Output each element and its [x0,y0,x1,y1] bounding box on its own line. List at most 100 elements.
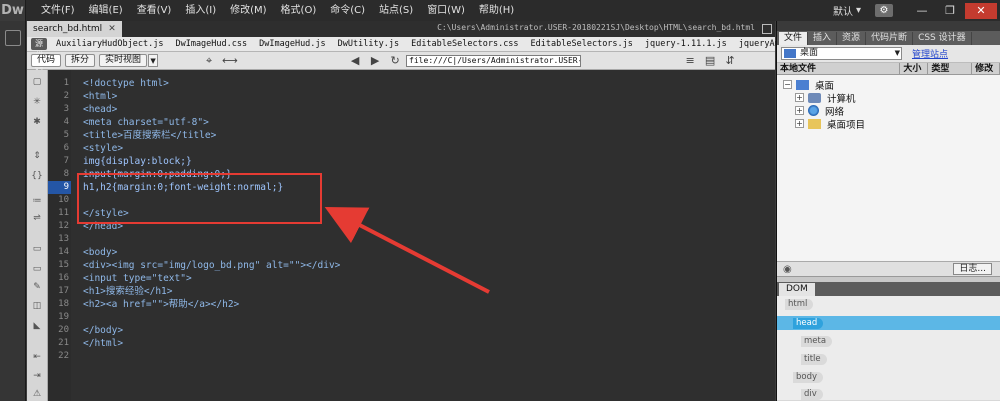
related-file[interactable]: DwUtility.js [332,39,405,49]
workspace-switcher[interactable]: 默认 ▾ [833,3,861,18]
code-line[interactable]: <h2><a href="">帮助</a></h2> [83,298,239,311]
dom-node[interactable]: html [785,299,814,310]
dom-node-selected[interactable]: head [793,318,824,329]
tab-css-designer[interactable]: CSS 设计器 [913,32,972,45]
code-line[interactable]: <h1>搜索经验</h1> [83,285,172,298]
close-icon[interactable]: ✕ [108,21,116,37]
tab-dom[interactable]: DOM [779,282,815,296]
dom-node[interactable]: div [801,389,823,400]
col-local-files[interactable]: 本地文件 [777,63,901,74]
close-button[interactable]: ✕ [965,2,997,19]
refresh-icon[interactable]: ↻ [388,54,402,68]
remove-comment-icon[interactable]: ▭ [31,263,43,275]
dom-node[interactable]: title [801,354,827,365]
related-file[interactable]: jquery-1.11.1.js [639,39,733,49]
comment-icon[interactable]: ▭ [31,243,43,255]
menu-format[interactable]: 格式(O) [274,0,324,21]
maximize-button[interactable]: ❐ [937,3,963,19]
code-view[interactable]: <!doctype html> <html> <head> <meta char… [71,70,775,401]
live-view-dropdown[interactable]: ▼ [148,54,159,67]
indent-icon[interactable]: ⇤ [31,351,43,363]
wrap-tag-icon[interactable]: ✎ [31,281,43,293]
code-line[interactable]: </body> [83,324,123,337]
menu-window[interactable]: 窗口(W) [420,0,472,21]
log-button[interactable]: 日志... [953,263,992,275]
line-numbers-icon[interactable]: ≔ [31,195,43,207]
related-file[interactable]: DwImageHud.js [253,39,332,49]
code-line[interactable]: <div><img src="img/logo_bd.png" alt=""><… [83,259,340,272]
connect-icon[interactable]: ◉ [783,264,792,275]
menu-help[interactable]: 帮助(H) [472,0,521,21]
back-icon[interactable]: ◀ [348,54,362,68]
tab-snippets[interactable]: 代码片断 [866,32,914,45]
align-icon[interactable]: ≡ [683,54,697,68]
tree-item[interactable]: + 网络 [777,104,1000,118]
related-file[interactable]: DwImageHud.css [169,39,253,49]
wrap-icon[interactable]: ⇌ [31,212,43,224]
page-properties-icon[interactable]: ▤ [703,54,717,68]
menu-commands[interactable]: 命令(C) [323,0,372,21]
expand-icon[interactable]: + [795,106,804,115]
related-file[interactable]: EditableSelectors.css [405,39,524,49]
tab-assets[interactable]: 资源 [837,32,867,45]
gear-icon[interactable]: ⚙ [875,4,893,17]
menu-edit[interactable]: 编辑(E) [82,0,130,21]
tab-insert[interactable]: 插入 [808,32,838,45]
code-line[interactable]: <html> [83,90,117,103]
code-line[interactable]: img{display:block;} [83,155,192,168]
chevron-down-icon[interactable]: ▼ [895,48,900,59]
url-field[interactable]: file:///C|/Users/Administrator.USER-20 ▼ [406,54,582,67]
col-size[interactable]: 大小 [900,63,929,74]
col-modified[interactable]: 修改 [972,63,1000,74]
minimize-button[interactable]: — [909,3,935,19]
split-view-button[interactable]: 拆分 [65,54,96,67]
expand-icon[interactable]: ✱ [31,116,43,128]
forward-icon[interactable]: ▶ [368,54,382,68]
braces-icon[interactable]: {} [31,170,43,182]
tab-files[interactable]: 文件 [779,32,809,45]
code-view-button[interactable]: 代码 [31,54,62,67]
inspect-icon[interactable]: ⌖ [202,54,216,68]
code-line[interactable]: <body> [83,246,117,259]
dom-node[interactable]: body [793,372,824,383]
menu-site[interactable]: 站点(S) [372,0,420,21]
menu-insert[interactable]: 插入(I) [178,0,223,21]
menu-modify[interactable]: 修改(M) [223,0,273,21]
sort-icon[interactable]: ⇵ [723,54,737,68]
code-line[interactable]: <title>百度搜索栏</title> [83,129,216,142]
extract-icon[interactable] [4,30,21,46]
site-select[interactable]: 桌面 ▼ [781,47,902,60]
code-line[interactable]: <style> [83,142,123,155]
collapse-icon[interactable]: ⇕ [31,150,43,162]
highlight-icon[interactable]: ✳ [31,96,43,108]
expand-icon[interactable]: + [795,119,804,128]
live-view-button[interactable]: 实时视图 [99,54,148,67]
code-line[interactable]: <meta charset="utf-8"> [83,116,209,129]
code-line[interactable]: <head> [83,103,117,116]
format-icon[interactable]: ⚠ [31,388,43,400]
expand-icon[interactable]: + [795,93,804,102]
collapse-icon[interactable]: − [783,80,792,89]
code-line[interactable]: </html> [83,337,123,350]
tree-item[interactable]: + 桌面项目 [777,117,1000,131]
col-type[interactable]: 类型 [928,63,973,74]
open-documents-icon[interactable]: ▢ [31,76,43,88]
outdent-icon[interactable]: ⇥ [31,370,43,382]
preview-icon[interactable]: ⟷ [222,54,238,68]
manage-sites-link[interactable]: 管理站点 [912,47,948,60]
code-line[interactable]: <input type="text"> [83,272,192,285]
line-number: 14 [58,247,69,257]
document-tab[interactable]: search_bd.html ✕ [27,21,122,37]
related-file[interactable]: AuxiliaryHudObject.js [50,39,169,49]
tree-item[interactable]: + 计算机 [777,91,1000,105]
tree-item[interactable]: − 桌面 [777,78,1000,92]
code-line[interactable]: <!doctype html> [83,77,169,90]
menu-file[interactable]: 文件(F) [34,0,82,21]
related-file[interactable]: EditableSelectors.js [525,39,639,49]
source-code-button[interactable]: 源代码 [31,38,47,72]
restore-icon[interactable] [762,24,772,34]
move-css-icon[interactable]: ◣ [31,320,43,332]
dom-node[interactable]: meta [801,336,833,347]
snippets-icon[interactable]: ◫ [31,300,43,312]
menu-view[interactable]: 查看(V) [130,0,179,21]
